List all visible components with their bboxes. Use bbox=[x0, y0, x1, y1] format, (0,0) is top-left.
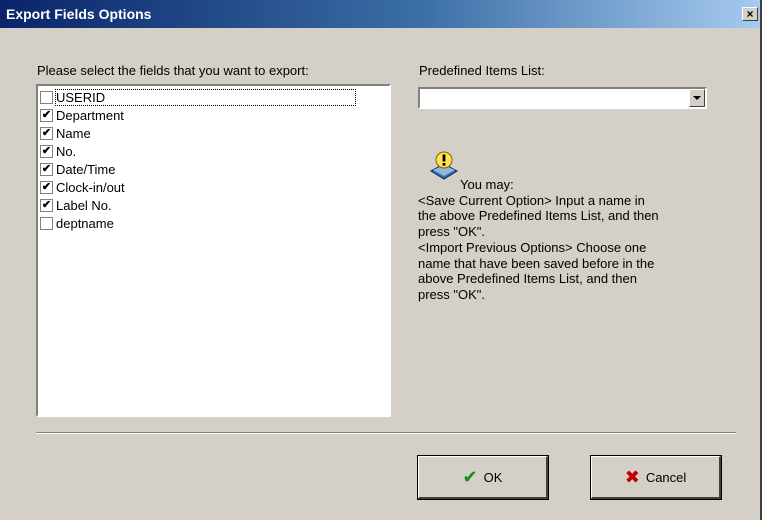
checkbox-no[interactable]: ✔ bbox=[40, 144, 53, 158]
checkbox-deptname[interactable] bbox=[40, 216, 53, 230]
fields-label: Please select the fields that you want t… bbox=[37, 63, 309, 78]
list-item-label: Label No. bbox=[56, 197, 112, 213]
dialog-title: Export Fields Options bbox=[6, 6, 152, 22]
export-fields-dialog: Export Fields Options × Please select th… bbox=[0, 0, 762, 520]
separator bbox=[36, 432, 736, 434]
checkbox-name[interactable]: ✔ bbox=[40, 126, 53, 140]
list-item-clock[interactable]: ✔ Clock-in/out bbox=[40, 178, 125, 196]
help-line: <Save Current Option> Input a name in bbox=[418, 192, 645, 208]
help-line: press "OK". bbox=[418, 224, 486, 240]
list-item-labelno[interactable]: ✔ Label No. bbox=[40, 196, 112, 214]
checkmark-icon: ✔ bbox=[462, 466, 478, 487]
close-button[interactable]: × bbox=[742, 7, 758, 21]
list-item-label: USERID bbox=[54, 88, 357, 106]
help-line: You may: bbox=[460, 177, 514, 192]
list-item-datetime[interactable]: ✔ Date/Time bbox=[40, 160, 115, 178]
help-line: above Predefined Items List, and then bbox=[418, 271, 637, 287]
list-item-no[interactable]: ✔ No. bbox=[40, 142, 76, 160]
checkbox-department[interactable]: ✔ bbox=[40, 108, 53, 122]
list-item-label: Clock-in/out bbox=[56, 179, 125, 195]
checkbox-clock[interactable]: ✔ bbox=[40, 180, 53, 194]
dropdown-button[interactable] bbox=[689, 89, 705, 107]
checkbox-datetime[interactable]: ✔ bbox=[40, 162, 53, 176]
list-item-deptname[interactable]: deptname bbox=[40, 214, 114, 232]
help-line: the above Predefined Items List, and the… bbox=[418, 208, 659, 224]
list-item-label: deptname bbox=[56, 215, 114, 231]
help-line: press "OK". bbox=[418, 286, 486, 302]
list-item-label: Name bbox=[56, 125, 91, 141]
help-line: <Import Previous Options> Choose one bbox=[418, 239, 647, 255]
predefined-items-combobox[interactable] bbox=[418, 87, 707, 109]
cancel-label: Cancel bbox=[645, 469, 687, 485]
close-icon: × bbox=[746, 7, 754, 21]
list-item-label: Department bbox=[56, 107, 124, 123]
list-item-name[interactable]: ✔ Name bbox=[40, 124, 91, 142]
list-item-department[interactable]: ✔ Department bbox=[40, 106, 124, 124]
help-text: You may: <Save Current Option> Input a n… bbox=[418, 177, 718, 303]
ok-button[interactable]: ✔ OK bbox=[417, 455, 549, 500]
predefined-label: Predefined Items List: bbox=[419, 63, 545, 78]
checkbox-userid[interactable] bbox=[40, 90, 53, 104]
list-item-label: Date/Time bbox=[56, 161, 116, 177]
cancel-button[interactable]: ✖ Cancel bbox=[590, 455, 722, 500]
x-icon: ✖ bbox=[624, 466, 640, 487]
ok-label: OK bbox=[483, 469, 503, 485]
title-bar[interactable]: Export Fields Options × bbox=[0, 0, 760, 28]
fields-listbox[interactable]: USERID ✔ Department ✔ Name ✔ No. ✔ Date/… bbox=[36, 84, 391, 417]
list-item-label: No. bbox=[56, 143, 77, 159]
list-item-userid[interactable]: USERID bbox=[40, 88, 357, 106]
help-line: name that have been saved before in the bbox=[418, 255, 655, 271]
checkbox-labelno[interactable]: ✔ bbox=[40, 198, 53, 212]
